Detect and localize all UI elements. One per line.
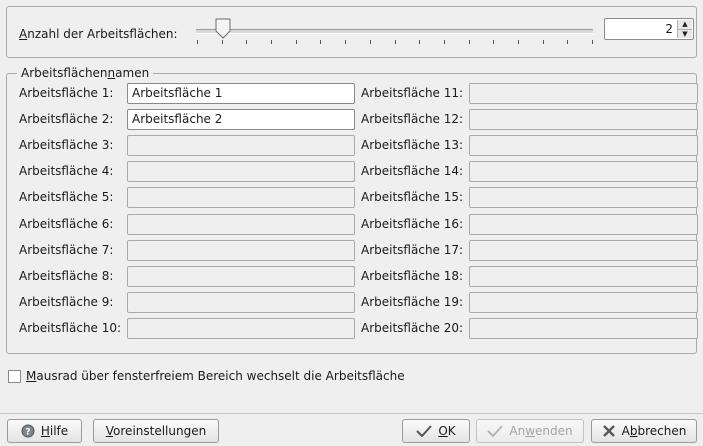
workspace-name-label: Arbeitsfläche 1: xyxy=(19,86,114,100)
workspace-name-input[interactable] xyxy=(469,266,698,287)
slider-tick xyxy=(419,40,420,44)
workspace-name-input[interactable]: Arbeitsfläche 2 xyxy=(127,109,355,130)
checkmark-icon xyxy=(487,425,504,437)
slider-tick xyxy=(271,40,272,44)
workspace-count-group: Anzahl der Arbeitsflächen: 2 ▲ ▼ xyxy=(6,6,697,58)
slider-handle[interactable] xyxy=(215,18,231,40)
slider-tick xyxy=(592,40,593,44)
workspace-name-input[interactable] xyxy=(127,214,355,235)
workspace-name-input[interactable] xyxy=(469,318,698,339)
spin-arrows[interactable]: ▲ ▼ xyxy=(677,20,692,38)
workspace-name-label: Arbeitsfläche 18: xyxy=(361,269,464,283)
workspace-name-input[interactable] xyxy=(469,292,698,313)
slider-tick xyxy=(222,40,223,44)
workspace-name-label: Arbeitsfläche 14: xyxy=(361,164,464,178)
workspace-name-input[interactable] xyxy=(127,266,355,287)
workspace-count-slider[interactable] xyxy=(192,15,597,44)
workspace-name-input[interactable] xyxy=(469,214,698,235)
slider-tick xyxy=(246,40,247,44)
slider-tick xyxy=(518,40,519,44)
workspace-name-input[interactable] xyxy=(469,161,698,182)
workspace-name-label: Arbeitsfläche 15: xyxy=(361,190,464,204)
workspace-name-label: Arbeitsfläche 9: xyxy=(19,295,114,309)
workspace-name-input[interactable] xyxy=(469,109,698,130)
slider-tick xyxy=(469,40,470,44)
workspace-name-label: Arbeitsfläche 4: xyxy=(19,164,114,178)
cross-icon xyxy=(602,425,615,437)
workspace-name-input[interactable] xyxy=(469,187,698,208)
workspace-name-input[interactable] xyxy=(127,318,355,339)
spin-down-icon[interactable]: ▼ xyxy=(678,29,692,39)
workspace-name-input[interactable] xyxy=(127,240,355,261)
slider-tick xyxy=(370,40,371,44)
checkmark-icon xyxy=(416,425,433,437)
slider-tick xyxy=(296,40,297,44)
slider-tick xyxy=(567,40,568,44)
workspace-name-label: Arbeitsfläche 11: xyxy=(361,86,464,100)
slider-tick xyxy=(197,40,198,44)
workspace-name-label: Arbeitsfläche 13: xyxy=(361,138,464,152)
button-bar: ? Hilfe Voreinstellungen OK Anwenden Abb… xyxy=(0,413,703,446)
workspace-name-label: Arbeitsfläche 16: xyxy=(361,217,464,231)
slider-tick xyxy=(395,40,396,44)
workspace-count-label: Anzahl der Arbeitsflächen: xyxy=(19,27,178,41)
workspace-count-spinbox[interactable]: 2 ▲ ▼ xyxy=(604,18,694,40)
workspace-name-input[interactable] xyxy=(469,83,698,104)
spin-up-icon[interactable]: ▲ xyxy=(678,20,692,29)
workspace-name-label: Arbeitsfläche 12: xyxy=(361,112,464,126)
slider-tick xyxy=(543,40,544,44)
workspace-name-label: Arbeitsfläche 19: xyxy=(361,295,464,309)
workspace-name-label: Arbeitsfläche 2: xyxy=(19,112,114,126)
workspace-name-input[interactable]: Arbeitsfläche 1 xyxy=(127,83,355,104)
slider-tick xyxy=(444,40,445,44)
help-button[interactable]: ? Hilfe xyxy=(7,419,82,443)
workspace-name-input[interactable] xyxy=(127,135,355,156)
workspace-count-value[interactable]: 2 xyxy=(665,22,673,36)
help-icon: ? xyxy=(21,424,35,438)
workspace-name-label: Arbeitsfläche 20: xyxy=(361,321,464,335)
slider-tick xyxy=(493,40,494,44)
workspace-name-input[interactable] xyxy=(469,135,698,156)
workspace-name-label: Arbeitsfläche 7: xyxy=(19,243,114,257)
defaults-button[interactable]: Voreinstellungen xyxy=(93,419,219,443)
workspace-names-group: Arbeitsflächennamen Arbeitsfläche 1: Arbe… xyxy=(6,66,698,354)
ok-button[interactable]: OK xyxy=(402,419,470,443)
workspace-names-legend: Arbeitsflächennamen xyxy=(17,66,154,80)
mouse-wheel-checkbox[interactable] xyxy=(8,370,21,383)
workspace-name-input[interactable] xyxy=(469,240,698,261)
workspace-name-label: Arbeitsfläche 6: xyxy=(19,217,114,231)
slider-tick xyxy=(320,40,321,44)
workspace-name-label: Arbeitsfläche 5: xyxy=(19,190,114,204)
mouse-wheel-label[interactable]: Mausrad über fensterfreiem Bereich wechs… xyxy=(26,369,405,383)
slider-tick xyxy=(345,40,346,44)
workspace-name-label: Arbeitsfläche 8: xyxy=(19,269,114,283)
workspace-name-label: Arbeitsfläche 10: xyxy=(19,321,122,335)
workspace-name-input[interactable] xyxy=(127,187,355,208)
apply-button[interactable]: Anwenden xyxy=(476,419,584,443)
workspace-name-input[interactable] xyxy=(127,161,355,182)
workspace-name-label: Arbeitsfläche 3: xyxy=(19,138,114,152)
workspace-name-label: Arbeitsfläche 17: xyxy=(361,243,464,257)
cancel-button[interactable]: Abbrechen xyxy=(591,419,697,443)
svg-text:?: ? xyxy=(25,428,30,438)
workspace-name-input[interactable] xyxy=(127,292,355,313)
slider-track xyxy=(196,29,593,34)
